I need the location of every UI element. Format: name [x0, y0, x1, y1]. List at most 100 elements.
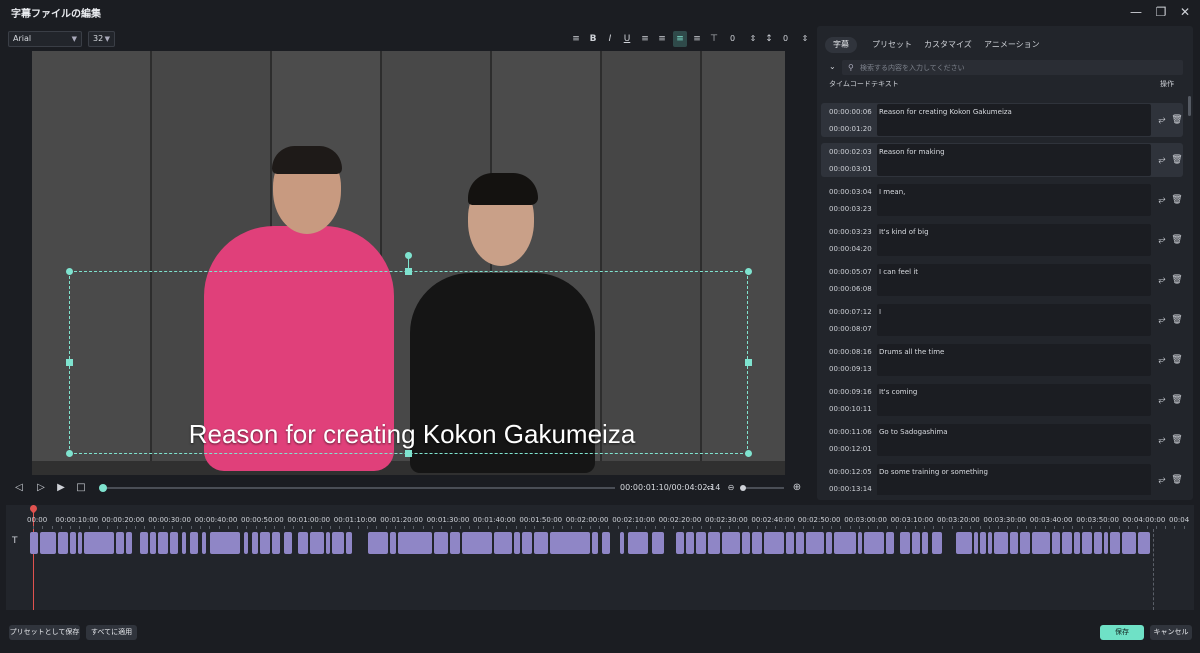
subtitle-clip[interactable]	[298, 532, 308, 554]
subtitle-clip[interactable]	[272, 532, 280, 554]
subtitle-clip[interactable]	[390, 532, 396, 554]
subtitle-clip[interactable]	[592, 532, 598, 554]
subtitle-clip[interactable]	[796, 532, 804, 554]
stepper-icon[interactable]: ⇕	[798, 31, 812, 47]
subtitle-clip[interactable]	[742, 532, 750, 554]
subtitle-text-field[interactable]: Reason for creating Kokon Gakumeiza	[877, 104, 1151, 136]
subtitle-row[interactable]: 00:00:03:04 00:00:03:23 I mean, ⥂ 🗑	[821, 183, 1183, 217]
split-icon[interactable]: ⥂	[1156, 154, 1168, 166]
split-icon[interactable]: ⥂	[1156, 434, 1168, 446]
split-icon[interactable]: ⥂	[1156, 274, 1168, 286]
subtitle-clip[interactable]	[752, 532, 762, 554]
subtitle-clip[interactable]	[1020, 532, 1030, 554]
subtitle-clip[interactable]	[722, 532, 740, 554]
subtitle-clip[interactable]	[58, 532, 68, 554]
subtitle-clip[interactable]	[202, 532, 206, 554]
subtitle-text-field[interactable]: Reason for making	[877, 144, 1151, 176]
subtitle-clip[interactable]	[368, 532, 388, 554]
subtitle-clip[interactable]	[1122, 532, 1136, 554]
subtitle-clip[interactable]	[900, 532, 910, 554]
progress-knob[interactable]	[99, 484, 108, 492]
restore-icon[interactable]: ❐	[1153, 4, 1169, 20]
subtitle-clip[interactable]	[158, 532, 168, 554]
split-icon[interactable]: ⥂	[1156, 194, 1168, 206]
align-justify-icon[interactable]: ≡	[673, 31, 687, 47]
split-icon[interactable]: ⥂	[1156, 394, 1168, 406]
underline-icon[interactable]: U	[620, 31, 634, 47]
split-icon[interactable]: ⥂	[1156, 314, 1168, 326]
apply-all-button[interactable]: すべてに適用	[86, 625, 137, 640]
subtitle-clip[interactable]	[252, 532, 258, 554]
subtitle-text-field[interactable]: Drums all the time	[877, 344, 1151, 376]
subtitle-clip[interactable]	[78, 532, 82, 554]
split-icon[interactable]: ⥂	[1156, 114, 1168, 126]
subtitle-row[interactable]: 00:00:00:06 00:00:01:20 Reason for creatin…	[821, 103, 1183, 137]
tab-customize[interactable]: カスタマイズ	[916, 37, 980, 53]
subtitle-clip[interactable]	[764, 532, 784, 554]
align-left-icon[interactable]: ≡	[638, 31, 652, 47]
subtitle-row[interactable]: 00:00:05:07 00:00:06:08 I can feel it ⥂ 🗑	[821, 263, 1183, 297]
subtitle-clip[interactable]	[332, 532, 344, 554]
subtitle-clip[interactable]	[974, 532, 978, 554]
subtitle-clip[interactable]	[150, 532, 156, 554]
split-icon[interactable]: ⥂	[1156, 234, 1168, 246]
subtitle-clip[interactable]	[190, 532, 198, 554]
subtitle-clip[interactable]	[244, 532, 248, 554]
subtitle-clip[interactable]	[126, 532, 132, 554]
subtitle-clip[interactable]	[676, 532, 684, 554]
subtitle-selection-box[interactable]	[69, 271, 748, 454]
subtitle-text-field[interactable]: Do some training or something	[877, 464, 1151, 495]
resize-handle[interactable]	[66, 359, 73, 366]
subtitle-clip[interactable]	[1062, 532, 1072, 554]
stop-icon[interactable]: □	[74, 481, 88, 495]
subtitle-clip[interactable]	[326, 532, 330, 554]
font-select[interactable]: Arial ▼	[8, 31, 82, 47]
prev-frame-icon[interactable]: ◁	[12, 481, 26, 495]
subtitle-clip[interactable]	[980, 532, 986, 554]
subtitle-clip[interactable]	[522, 532, 532, 554]
save-as-preset-button[interactable]: プリセットとして保存	[9, 625, 80, 640]
subtitle-clip[interactable]	[932, 532, 942, 554]
subtitle-clip[interactable]	[1052, 532, 1060, 554]
subtitle-clip[interactable]	[602, 532, 610, 554]
subtitle-clip[interactable]	[826, 532, 832, 554]
subtitle-clip[interactable]	[708, 532, 720, 554]
close-icon[interactable]: ✕	[1177, 4, 1193, 20]
fit-icon[interactable]: ⇔	[703, 481, 717, 495]
subtitle-clip[interactable]	[912, 532, 920, 554]
subtitle-clip[interactable]	[550, 532, 590, 554]
subtitle-clip[interactable]	[450, 532, 460, 554]
align-top-icon[interactable]: ⊤	[707, 31, 721, 47]
align-right-icon[interactable]: ≡	[690, 31, 704, 47]
scrollbar[interactable]	[1188, 96, 1191, 116]
save-button[interactable]: 保存	[1100, 625, 1144, 640]
subtitle-clip[interactable]	[84, 532, 114, 554]
subtitle-clip[interactable]	[696, 532, 706, 554]
trash-icon[interactable]: 🗑	[1171, 474, 1183, 486]
subtitle-clip[interactable]	[956, 532, 972, 554]
play-icon[interactable]: ▶	[54, 481, 68, 495]
cancel-button[interactable]: キャンセル	[1150, 625, 1192, 640]
subtitle-clip[interactable]	[1032, 532, 1050, 554]
subtitle-clip[interactable]	[922, 532, 928, 554]
subtitle-row[interactable]: 00:00:03:23 00:00:04:20 It's kind of big ⥂ 🗑	[821, 223, 1183, 257]
subtitle-clip[interactable]	[786, 532, 794, 554]
split-icon[interactable]: ⥂	[1156, 474, 1168, 486]
tab-animation[interactable]: アニメーション	[976, 37, 1048, 53]
zoom-slider[interactable]	[744, 487, 784, 489]
subtitle-clip[interactable]	[534, 532, 548, 554]
subtitle-clip[interactable]	[1138, 532, 1150, 554]
subtitle-clip[interactable]	[260, 532, 270, 554]
resize-handle[interactable]	[66, 450, 73, 457]
subtitle-clip[interactable]	[434, 532, 448, 554]
trash-icon[interactable]: 🗑	[1171, 114, 1183, 126]
tab-presets[interactable]: プリセット	[864, 37, 920, 53]
subtitle-text-field[interactable]: Go to Sadogashima	[877, 424, 1151, 456]
subtitle-clip[interactable]	[514, 532, 520, 554]
subtitle-clip[interactable]	[70, 532, 76, 554]
italic-icon[interactable]: I	[603, 31, 617, 47]
subtitle-row[interactable]: 00:00:11:06 00:00:12:01 Go to Sadogashima ⥂…	[821, 423, 1183, 457]
font-size-select[interactable]: 32 ▼	[88, 31, 115, 47]
subtitle-clip[interactable]	[346, 532, 352, 554]
next-frame-icon[interactable]: ▷	[34, 481, 48, 495]
